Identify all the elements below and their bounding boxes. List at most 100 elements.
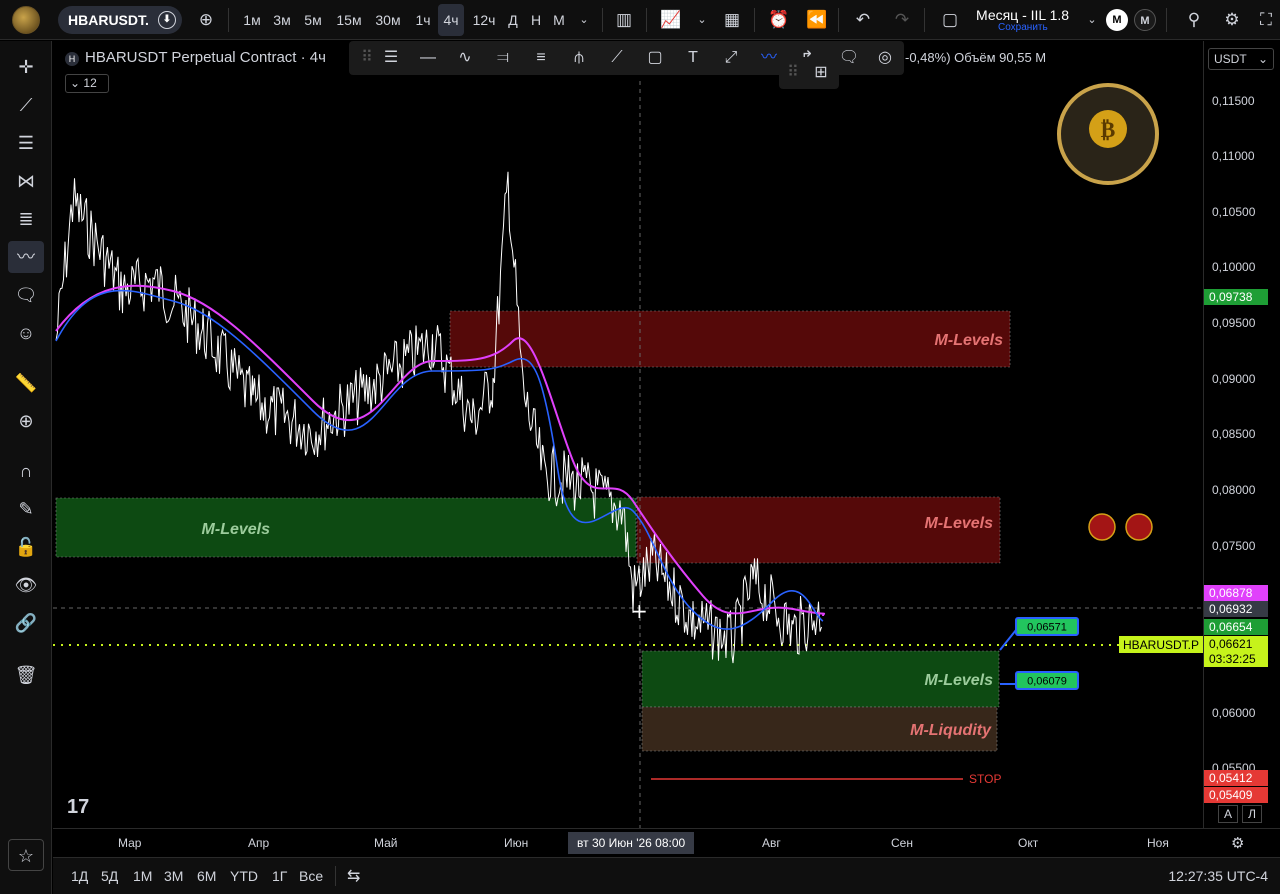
layout-name[interactable]: Месяц - IIL 1.8 (976, 7, 1069, 23)
interval-day[interactable]: Д (504, 0, 522, 40)
range-all[interactable]: Все (299, 868, 323, 884)
replay-icon[interactable]: ⏪ (806, 10, 827, 30)
ruler-icon[interactable]: 📏 (8, 367, 44, 399)
indicator-count: 12 (83, 76, 97, 90)
layout-icon[interactable]: ▢ (940, 10, 960, 30)
price-tag-last: 0,06621 (1204, 636, 1268, 652)
time-cursor-label: вт 30 Июн '26 08:00 (568, 832, 695, 854)
account-badge-2[interactable]: M (1134, 9, 1156, 31)
alert-icon[interactable]: ⏰ (768, 10, 789, 30)
interval-1m[interactable]: 1м (238, 0, 266, 40)
interval-week[interactable]: Н (526, 0, 546, 40)
undo-icon[interactable]: ↶ (853, 10, 873, 30)
add-tool-icon[interactable]: ⊞ (809, 61, 833, 85)
settings-icon[interactable]: ⚙ (1222, 10, 1242, 30)
fib-levels-icon[interactable]: ≡ (529, 46, 553, 70)
candles-icon[interactable]: ▥ (614, 10, 634, 30)
trash-icon[interactable]: 🗑 (8, 659, 44, 691)
horizontal-line-icon[interactable]: — (416, 46, 440, 70)
fullscreen-icon[interactable]: ⛶ (1256, 10, 1276, 30)
quick-search-icon[interactable]: ⚲ (1184, 10, 1204, 30)
interval-4h[interactable]: 4ч (438, 4, 464, 36)
pattern-icon[interactable]: ⋈ (8, 165, 44, 197)
time-tick: Июн (504, 836, 529, 850)
symbol-search-button[interactable]: HBARUSDT. ⬇ (58, 6, 182, 34)
legend-symbol: HBARUSDT Perpetual Contract · 4ч (85, 49, 326, 66)
layout-save-link[interactable]: Сохранить (998, 22, 1048, 33)
position-icon[interactable]: ⫤ (491, 46, 515, 70)
range-3m[interactable]: 3М (164, 868, 183, 884)
curve-icon[interactable]: ∿ (453, 46, 477, 70)
eye-icon[interactable]: 👁 (8, 569, 44, 601)
range-ytd[interactable]: YTD (230, 868, 258, 884)
interval-15m[interactable]: 15м (332, 0, 366, 40)
text-icon[interactable]: T (681, 46, 705, 70)
currency-select[interactable]: USDT ⌄ (1208, 48, 1274, 70)
text-callout-icon[interactable]: 🗨 (8, 279, 44, 311)
interval-5m[interactable]: 5м (298, 0, 328, 40)
disc-icon[interactable]: ◎ (873, 46, 897, 70)
auto-scale-button[interactable]: A (1218, 805, 1238, 823)
pencil-lock-icon[interactable]: ✎ (8, 493, 44, 525)
time-axis[interactable]: Мар Апр Май Июн вт 30 Июн '26 08:00 Авг … (53, 828, 1280, 856)
zoom-in-icon[interactable]: ⊕ (8, 405, 44, 437)
template-lines-icon[interactable]: ☰ (379, 46, 403, 70)
range-1m[interactable]: 1М (133, 868, 152, 884)
chevron-down-icon[interactable]: ⌄ (574, 10, 594, 30)
crosshair-icon[interactable]: ✛ (8, 51, 44, 83)
comment-icon[interactable]: 🗨 (837, 46, 861, 70)
add-symbol-icon[interactable]: ⊕ (196, 10, 216, 30)
interval-12h[interactable]: 12ч (468, 0, 500, 40)
chevron-down-icon[interactable]: ⌄ (1082, 10, 1102, 30)
range-1y[interactable]: 1Г (272, 868, 287, 884)
horizontal-lines-icon[interactable]: ☰ (8, 127, 44, 159)
favorites-star-icon[interactable]: ☆ (8, 839, 44, 871)
redo-icon[interactable]: ↷ (892, 10, 912, 30)
zone-label: M-Liqudity (910, 722, 992, 739)
trend-line-icon[interactable]: ⟋ (8, 89, 44, 121)
interval-3m[interactable]: 3м (268, 0, 296, 40)
price-chart: M-Levels M-Levels M-Levels M-Levels M-Liqudi… (53, 81, 1203, 828)
chevron-down-icon[interactable]: ⌄ (692, 10, 712, 30)
templates-icon[interactable]: ▦ (722, 10, 742, 30)
zone-label: M-Levels (935, 332, 1004, 349)
range-5d[interactable]: 5Д (101, 868, 118, 884)
magnet-icon[interactable]: ∩ (8, 455, 44, 487)
interval-30m[interactable]: 30м (370, 0, 406, 40)
interval-1h[interactable]: 1ч (410, 0, 436, 40)
date-range-icon[interactable]: ⇆ (347, 866, 360, 886)
range-1d[interactable]: 1Д (71, 868, 88, 884)
rectangle-icon[interactable]: ▢ (643, 46, 667, 70)
arrow-tool-icon[interactable]: ⤢ (719, 46, 743, 70)
range-6m[interactable]: 6М (197, 868, 216, 884)
drag-handle-icon[interactable]: ⠿ (781, 61, 805, 85)
log-scale-button[interactable]: Л (1242, 805, 1262, 823)
path-icon[interactable]: 〰 (757, 46, 781, 70)
chart-canvas[interactable]: M-Levels M-Levels M-Levels M-Levels M-Liqudi… (53, 41, 1203, 828)
account-badge[interactable]: M (1106, 9, 1128, 31)
interval-month[interactable]: М (548, 0, 570, 40)
tradingview-logo: 17 (67, 796, 89, 818)
drag-handle-icon[interactable]: ⠿ (355, 46, 379, 70)
link-icon[interactable]: 🔗 (8, 607, 44, 639)
exchange-icon: H (65, 52, 79, 66)
pitchfork-icon[interactable]: ⫛ (567, 46, 591, 70)
brush-icon[interactable]: 〰 (8, 241, 44, 273)
lock-icon[interactable]: 🔓 (8, 531, 44, 563)
indicators-collapse[interactable]: ⌄ 12 (65, 74, 109, 93)
price-axis[interactable]: USDT ⌄ 0,11500 0,11000 0,10500 0,10000 0… (1203, 41, 1280, 828)
emoji-icon[interactable]: ☺ (8, 317, 44, 349)
indicators-icon[interactable]: 📈 (660, 10, 681, 30)
fib-icon[interactable]: ≣ (8, 203, 44, 235)
separator (646, 8, 647, 32)
separator (924, 8, 925, 32)
user-avatar[interactable] (12, 6, 40, 34)
separator (228, 8, 229, 32)
time-tick: Окт (1018, 836, 1039, 850)
settings-icon[interactable]: ⚙ (1231, 834, 1244, 852)
price-tick: 0,10500 (1212, 205, 1256, 219)
price-candles (55, 171, 822, 664)
time-tick: Ноя (1147, 836, 1169, 850)
callout-value: 0,06079 (1027, 676, 1067, 688)
line-tool-icon[interactable]: ⟋ (605, 46, 629, 70)
